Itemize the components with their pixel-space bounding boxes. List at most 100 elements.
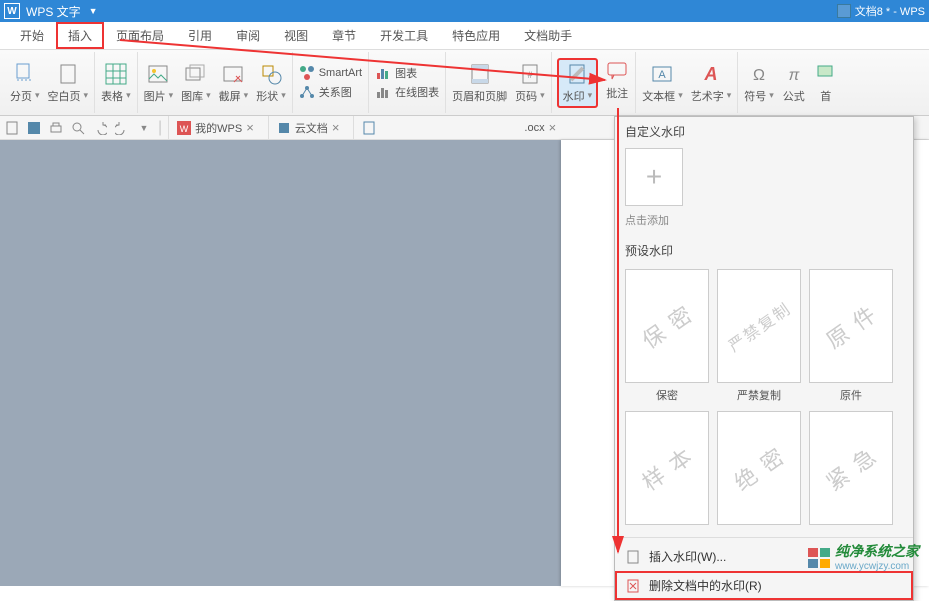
watermark-dropdown: 自定义水印 + 点击添加 预设水印 保 密保密 严禁复制严禁复制 原 件原件 样… bbox=[614, 116, 914, 601]
picture-icon bbox=[146, 62, 170, 86]
document-title: 文档8 * - WPS bbox=[837, 3, 929, 19]
ribbon-header-footer[interactable]: 页眉和页脚 bbox=[452, 62, 507, 104]
title-bar: W WPS 文字 ▼ 文档8 * - WPS bbox=[0, 0, 929, 22]
menu-doc-helper[interactable]: 文档助手 bbox=[512, 22, 584, 49]
textbox-icon: A bbox=[650, 62, 674, 86]
qat-redo-icon[interactable] bbox=[114, 120, 130, 136]
ribbon-blank-page[interactable]: 空白页 bbox=[48, 62, 89, 104]
header-footer-icon bbox=[468, 62, 492, 86]
preset-confidential[interactable]: 保 密 bbox=[625, 269, 709, 383]
tab-close-icon[interactable]: × bbox=[246, 120, 254, 135]
blank-page-icon bbox=[56, 62, 80, 86]
site-name: 纯净系统之家 bbox=[835, 543, 919, 559]
svg-text:W: W bbox=[180, 124, 189, 134]
chart-icon bbox=[375, 65, 391, 81]
preset-sample[interactable]: 样 本 bbox=[625, 411, 709, 525]
insert-watermark-icon bbox=[625, 549, 641, 565]
menu-insert[interactable]: 插入 bbox=[56, 22, 104, 49]
tab-cloud-doc[interactable]: 云文档 × bbox=[268, 116, 348, 139]
document-icon bbox=[837, 4, 851, 18]
preset-no-copy[interactable]: 严禁复制 bbox=[717, 269, 801, 383]
menu-devtools[interactable]: 开发工具 bbox=[368, 22, 440, 49]
menu-section[interactable]: 章节 bbox=[320, 22, 368, 49]
comment-icon bbox=[605, 59, 629, 83]
ribbon-online-chart[interactable]: 在线图表 bbox=[375, 83, 439, 101]
online-chart-icon bbox=[375, 84, 391, 100]
preset-grid: 保 密保密 严禁复制严禁复制 原 件原件 样 本 绝 密 紧 急 bbox=[615, 263, 913, 533]
app-logo-icon: W bbox=[4, 3, 20, 19]
custom-watermark-title: 自定义水印 bbox=[615, 117, 913, 144]
ribbon-comment[interactable]: 批注 bbox=[605, 59, 629, 107]
page-break-icon bbox=[13, 62, 37, 86]
ribbon-textbox[interactable]: A 文本框 bbox=[642, 62, 683, 104]
tab-close-icon[interactable]: × bbox=[549, 120, 557, 135]
menu-start[interactable]: 开始 bbox=[8, 22, 56, 49]
ribbon-gallery[interactable]: 图库 bbox=[181, 62, 211, 104]
smartart-icon bbox=[299, 65, 315, 81]
ribbon-table[interactable]: 表格 bbox=[101, 62, 131, 104]
qat-undo-icon[interactable] bbox=[92, 120, 108, 136]
ribbon-smartart[interactable]: SmartArt bbox=[299, 64, 362, 82]
ribbon-symbol[interactable]: Ω 符号 bbox=[744, 62, 774, 104]
qat-save-icon[interactable] bbox=[26, 120, 42, 136]
qat-print-icon[interactable] bbox=[48, 120, 64, 136]
app-menu-dropdown-icon[interactable]: ▼ bbox=[89, 6, 98, 16]
svg-text:A: A bbox=[659, 69, 667, 81]
menu-reference[interactable]: 引用 bbox=[176, 22, 224, 49]
formula-icon: π bbox=[782, 62, 806, 86]
plus-icon: + bbox=[646, 161, 662, 193]
wordart-icon: A bbox=[699, 62, 723, 86]
ribbon-chart[interactable]: 图表 bbox=[375, 64, 439, 82]
tab-my-wps[interactable]: W 我的WPS × bbox=[168, 116, 262, 139]
ribbon-page-break[interactable]: 分页 bbox=[10, 62, 40, 104]
ribbon-screenshot[interactable]: 截屏 bbox=[219, 62, 249, 104]
svg-text:#: # bbox=[527, 70, 532, 80]
ribbon-watermark[interactable]: 水印 bbox=[558, 59, 598, 107]
tab-current-doc[interactable]: .ocx × bbox=[353, 116, 564, 139]
menu-bar: 开始 插入 页面布局 引用 审阅 视图 章节 开发工具 特色应用 文档助手 bbox=[0, 22, 929, 50]
preset-watermark-title: 预设水印 bbox=[615, 236, 913, 263]
site-logo-icon bbox=[807, 547, 831, 567]
app-name: WPS 文字 bbox=[24, 3, 87, 20]
ribbon-shape[interactable]: 形状 bbox=[256, 62, 286, 104]
page-number-icon: # bbox=[518, 62, 542, 86]
add-custom-watermark[interactable]: + bbox=[625, 148, 683, 206]
ribbon: 分页 空白页 表格 图片 图库 截屏 形状 SmartArt 关系图 bbox=[0, 50, 929, 116]
site-url: www.ycwjzy.com bbox=[835, 561, 919, 572]
svg-text:A: A bbox=[703, 64, 717, 84]
ribbon-picture[interactable]: 图片 bbox=[144, 62, 174, 104]
menu-review[interactable]: 审阅 bbox=[224, 22, 272, 49]
preset-urgent[interactable]: 紧 急 bbox=[809, 411, 893, 525]
svg-text:π: π bbox=[788, 67, 799, 84]
cloud-icon bbox=[277, 121, 291, 135]
ribbon-wordart[interactable]: A 艺术字 bbox=[691, 62, 732, 104]
preset-original[interactable]: 原 件 bbox=[809, 269, 893, 383]
menu-special[interactable]: 特色应用 bbox=[440, 22, 512, 49]
symbol-icon: Ω bbox=[747, 62, 771, 86]
watermark-icon bbox=[565, 62, 589, 86]
ribbon-page-number[interactable]: # 页码 bbox=[515, 62, 545, 104]
wps-logo-icon: W bbox=[177, 121, 191, 135]
shape-icon bbox=[259, 62, 283, 86]
ribbon-dropcap[interactable]: 首 bbox=[814, 62, 838, 104]
doc-icon bbox=[362, 121, 376, 135]
table-icon bbox=[104, 62, 128, 86]
gallery-icon bbox=[184, 62, 208, 86]
site-watermark: 纯净系统之家 www.ycwjzy.com bbox=[807, 541, 919, 572]
document-title-text: 文档8 * - WPS bbox=[855, 3, 925, 19]
qat-preview-icon[interactable] bbox=[70, 120, 86, 136]
svg-text:Ω: Ω bbox=[753, 67, 765, 84]
ribbon-relation[interactable]: 关系图 bbox=[299, 83, 362, 101]
menu-page-layout[interactable]: 页面布局 bbox=[104, 22, 176, 49]
tab-close-icon[interactable]: × bbox=[332, 120, 340, 135]
menu-view[interactable]: 视图 bbox=[272, 22, 320, 49]
qat-dropdown-icon[interactable]: ▼ bbox=[136, 120, 152, 136]
menu-separator bbox=[615, 537, 913, 538]
preset-top-secret[interactable]: 绝 密 bbox=[717, 411, 801, 525]
dropcap-icon bbox=[814, 62, 838, 86]
add-watermark-label: 点击添加 bbox=[615, 212, 913, 236]
ribbon-formula[interactable]: π 公式 bbox=[782, 62, 806, 104]
relation-icon bbox=[299, 84, 315, 100]
qat-new-icon[interactable] bbox=[4, 120, 20, 136]
screenshot-icon bbox=[221, 62, 245, 86]
